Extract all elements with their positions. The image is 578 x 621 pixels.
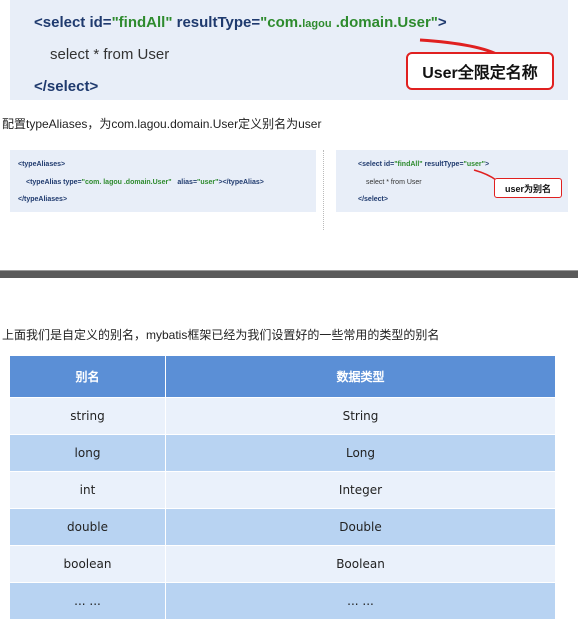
code-line-typealiases-open: <typeAliases> <box>18 161 66 168</box>
cell-alias: long <box>10 434 166 471</box>
header-alias: 别名 <box>10 356 166 397</box>
cell-alias: string <box>10 397 166 434</box>
code-line-typealias: <typeAlias type="com. lagou .domain.User… <box>26 179 264 186</box>
section-separator <box>0 270 578 278</box>
code-line-select-open-alias: <select id="findAll" resultType="user"> <box>358 161 490 168</box>
code-line-typealiases-close: </typeAliases> <box>18 196 68 203</box>
callout-alias: user为别名 <box>494 178 562 198</box>
callout-fully-qualified-name: User全限定名称 <box>406 52 554 90</box>
cell-type: String <box>166 397 556 434</box>
cell-alias: boolean <box>10 545 166 582</box>
cell-type: Double <box>166 508 556 545</box>
table-row: double Double <box>10 508 556 545</box>
table-row: string String <box>10 397 556 434</box>
cell-type: Boolean <box>166 545 556 582</box>
header-data-type: 数据类型 <box>166 356 556 397</box>
code-snippet-typealiases: <typeAliases> <typeAlias type="com. lago… <box>10 150 316 212</box>
code-line-select-close-alias: </select> <box>358 196 388 203</box>
table-row: int Integer <box>10 471 556 508</box>
description-builtin-aliases: 上面我们是自定义的别名，mybatis框架已经为我们设置好的一些常用的类型的别名 <box>2 328 440 342</box>
code-line-query: select * from User <box>50 46 170 63</box>
table-header-row: 别名 数据类型 <box>10 356 556 397</box>
description-typealiases: 配置typeAliases，为com.lagou.domain.User定义别名… <box>2 117 322 131</box>
code-line-select-open: <select id="findAll" resultType="com.lag… <box>34 14 447 31</box>
cell-type: Long <box>166 434 556 471</box>
code-line-select-close: </select> <box>34 78 99 95</box>
table-row: boolean Boolean <box>10 545 556 582</box>
cell-alias: int <box>10 471 166 508</box>
alias-table: 别名 数据类型 string String long Long int Inte… <box>10 356 556 619</box>
table-row: ... ... ... ... <box>10 582 556 619</box>
cell-alias: double <box>10 508 166 545</box>
code-line-query-alias: select * from User <box>366 179 422 186</box>
cell-type: ... ... <box>166 582 556 619</box>
table-row: long Long <box>10 434 556 471</box>
cell-alias: ... ... <box>10 582 166 619</box>
vertical-divider <box>323 150 324 230</box>
cell-type: Integer <box>166 471 556 508</box>
